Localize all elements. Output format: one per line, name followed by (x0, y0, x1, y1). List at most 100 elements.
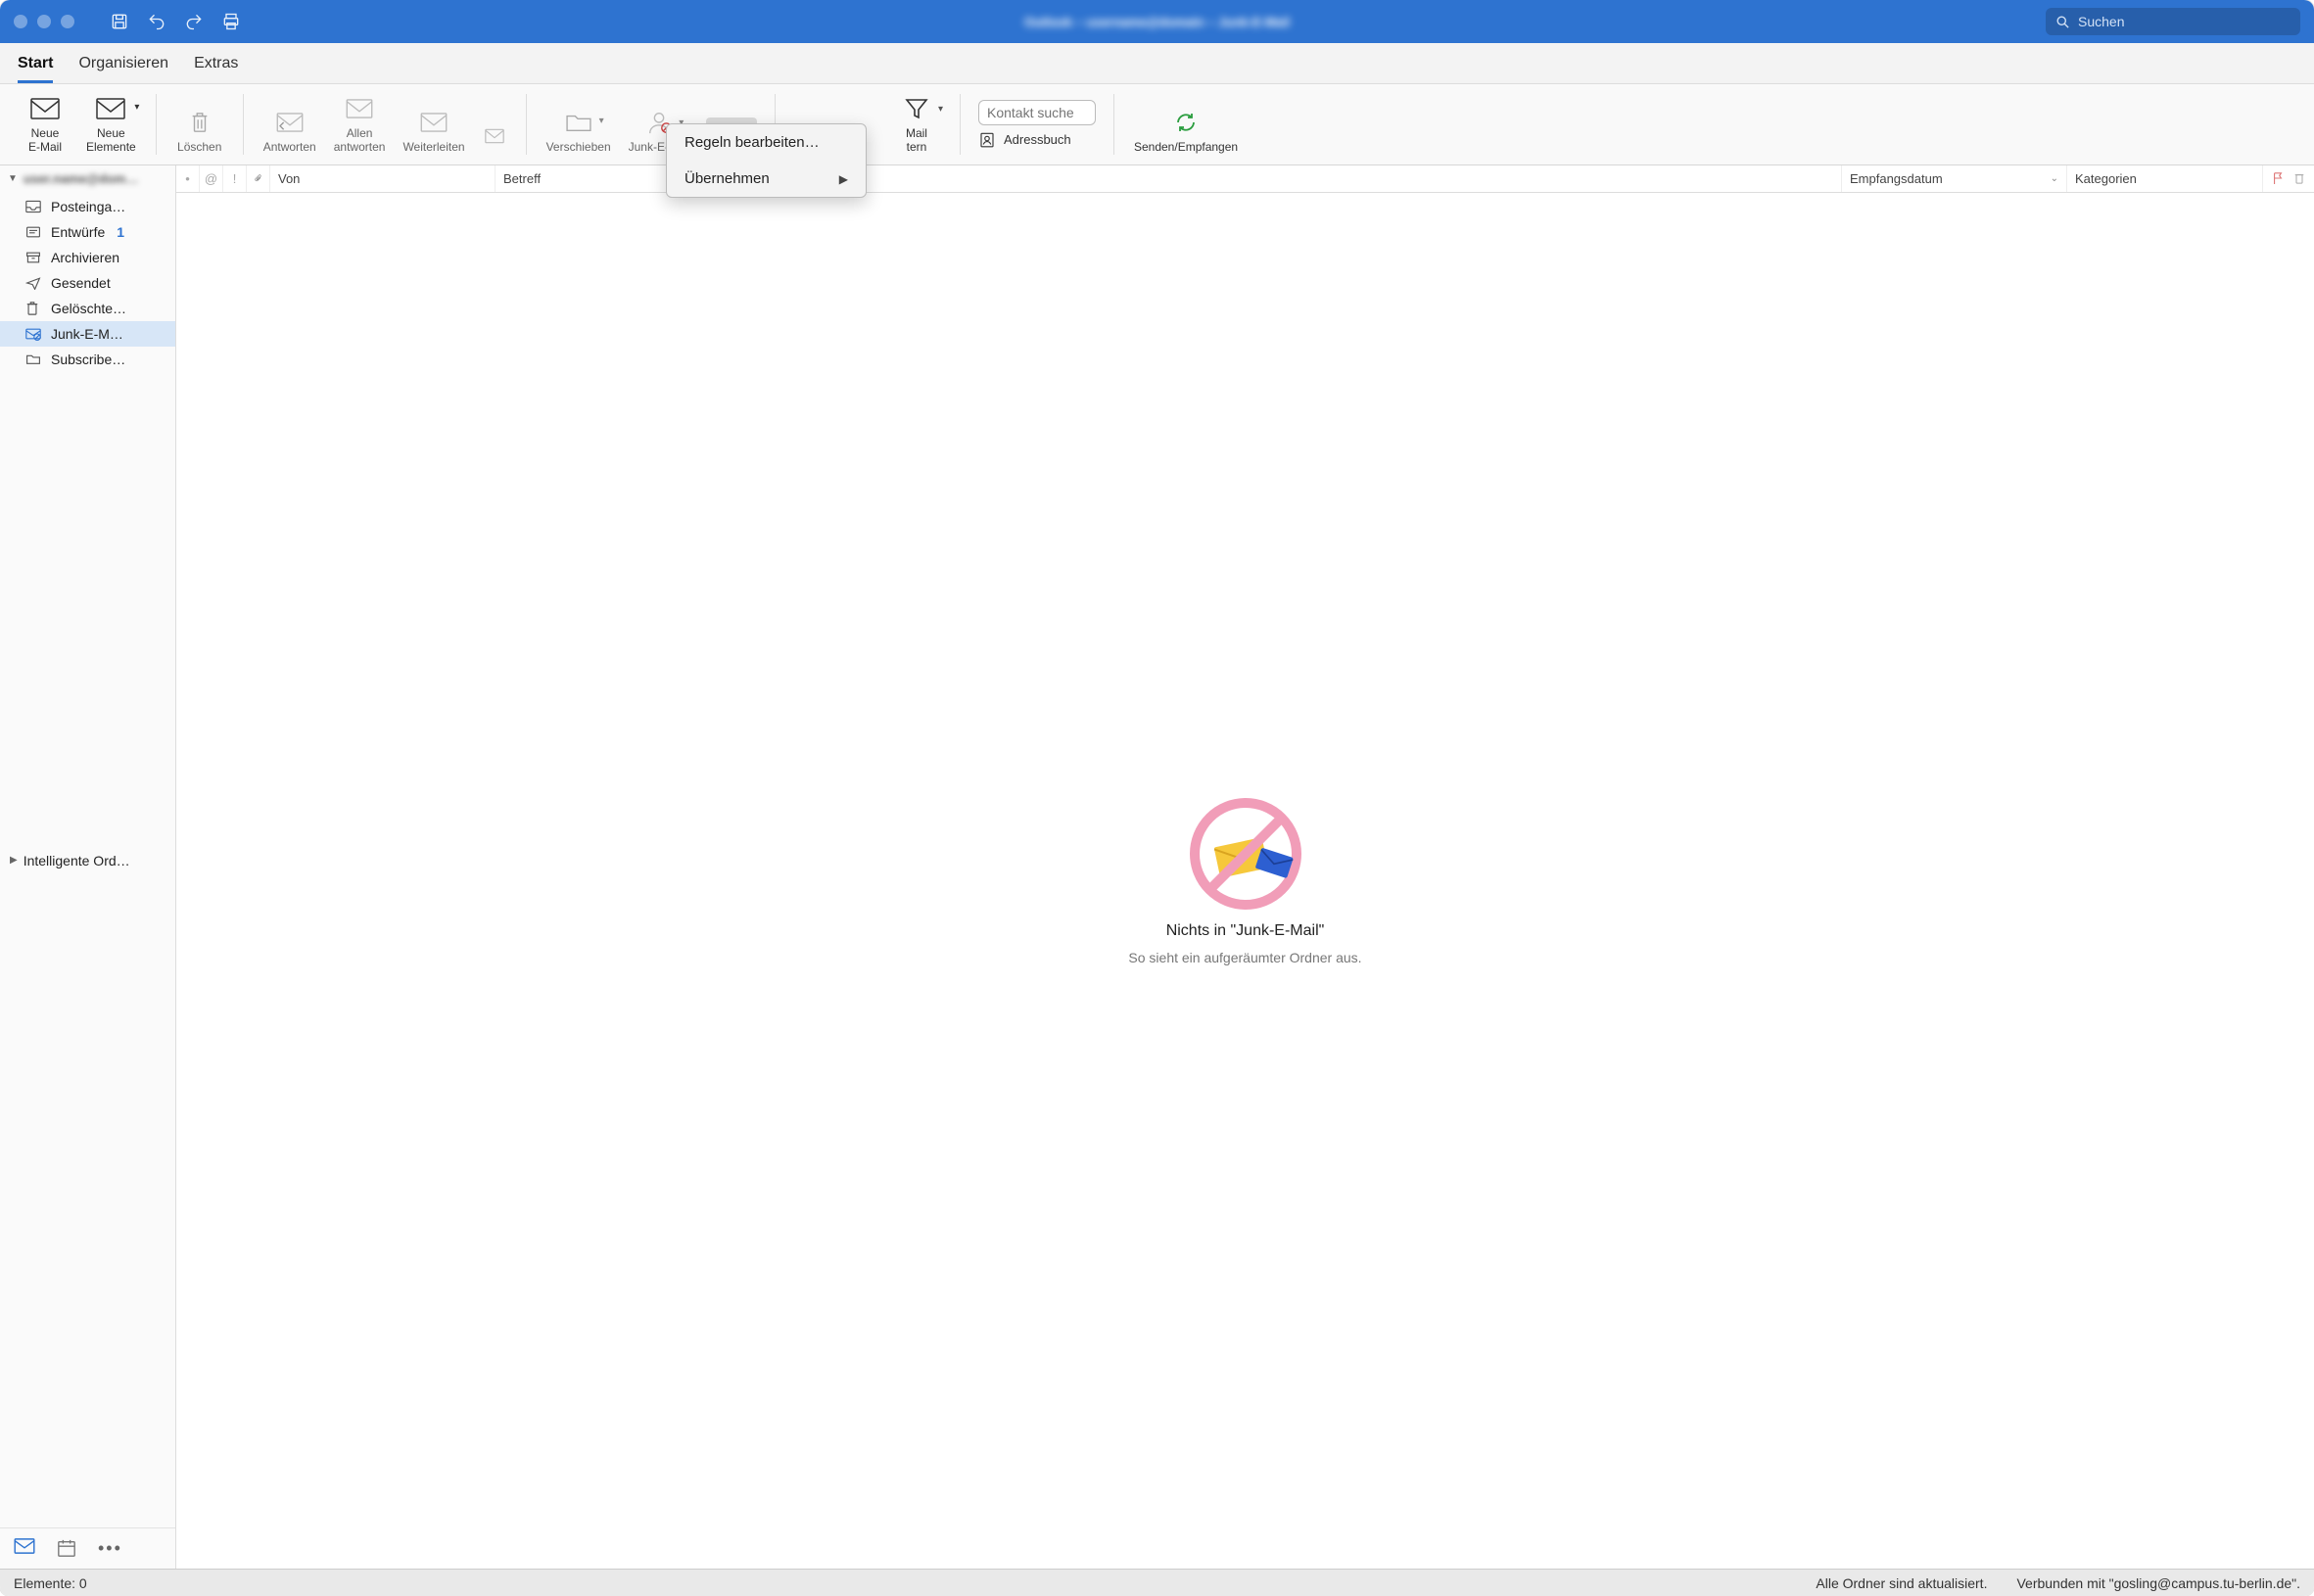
edit-rules-label: Regeln bearbeiten… (685, 134, 820, 151)
col-attach[interactable] (247, 165, 270, 192)
sent-icon (25, 276, 43, 290)
apply-rules-item[interactable]: Übernehmen ▶ (667, 161, 866, 197)
minimize-window-button[interactable] (37, 15, 51, 28)
folder-archive[interactable]: Archivieren (0, 245, 175, 270)
envelope-new-icon: ▾ (96, 94, 125, 123)
content-pane: • @ ! Von Betreff Empfangsdatum ⌄ Katego… (176, 165, 2314, 1569)
folder-sent-label: Gesendet (51, 275, 111, 291)
empty-junk-illustration (1187, 795, 1304, 913)
contact-search-input[interactable] (978, 100, 1096, 125)
folder-sent[interactable]: Gesendet (0, 270, 175, 296)
delete-column-icon[interactable] (2293, 171, 2305, 185)
archive-icon (25, 251, 43, 264)
redo-icon[interactable] (184, 12, 204, 31)
col-received[interactable]: Empfangsdatum ⌄ (1842, 165, 2067, 192)
tab-start[interactable]: Start (18, 51, 53, 83)
reply-all-button[interactable]: Allen antworten (332, 90, 388, 159)
reply-button[interactable]: Antworten (261, 104, 318, 159)
window-controls (14, 15, 74, 28)
tab-organisieren[interactable]: Organisieren (78, 51, 168, 83)
new-email-button[interactable]: Neue E-Mail (20, 90, 71, 159)
folder-drafts-label: Entwürfe (51, 224, 105, 240)
edit-rules-item[interactable]: Regeln bearbeiten… (667, 124, 866, 161)
more-views-icon[interactable]: ••• (98, 1538, 122, 1559)
status-connected: Verbunden mit "gosling@campus.tu-berlin.… (2016, 1575, 2300, 1591)
addressbook-button[interactable]: Adressbuch (978, 131, 1096, 149)
folder-inbox-label: Posteinga… (51, 199, 125, 214)
drafts-count: 1 (117, 224, 124, 240)
flag-column-icon[interactable] (2272, 171, 2284, 185)
tab-extras[interactable]: Extras (194, 51, 238, 83)
inbox-icon (25, 200, 43, 213)
calendar-view-icon[interactable] (57, 1538, 76, 1559)
envelope-icon (30, 94, 60, 123)
account-name: user.name@dom… (24, 171, 138, 186)
reply-all-label: Allen antworten (334, 127, 386, 155)
col-actions (2263, 165, 2314, 192)
col-from[interactable]: Von (270, 165, 496, 192)
col-mention[interactable]: @ (200, 165, 223, 192)
sync-icon (1173, 108, 1199, 137)
delete-button[interactable]: Löschen (174, 104, 225, 159)
new-email-label: Neue E-Mail (28, 127, 62, 155)
smart-folders-label: Intelligente Ord… (24, 853, 130, 868)
folder-subscribed[interactable]: Subscribe… (0, 347, 175, 372)
delete-label: Löschen (177, 141, 221, 155)
filter-button[interactable]: ▾ Mail tern (891, 90, 942, 159)
forward-button[interactable]: Weiterleiten (401, 104, 466, 159)
trash-small-icon (25, 301, 43, 316)
col-status[interactable]: • (176, 165, 200, 192)
col-importance[interactable]: ! (223, 165, 247, 192)
trash-icon (189, 108, 211, 137)
undo-icon[interactable] (147, 12, 166, 31)
new-items-button[interactable]: ▾ Neue Elemente (84, 90, 138, 159)
sort-chevron-icon: ⌄ (2051, 173, 2058, 184)
folder-inbox[interactable]: Posteinga… (0, 194, 175, 219)
folder-icon (25, 352, 43, 365)
folder-subscribed-label: Subscribe… (51, 352, 125, 367)
account-header[interactable]: ▼ user.name@dom… (0, 165, 175, 192)
attachment-icon (485, 121, 504, 151)
filter-label-1: Mail (906, 127, 927, 141)
status-items: Elemente: 0 (14, 1575, 87, 1591)
search-field[interactable] (2046, 8, 2300, 35)
attachment-small-button[interactable] (481, 117, 508, 159)
folder-deleted-label: Gelöschte… (51, 301, 126, 316)
new-items-label: Neue Elemente (86, 127, 136, 155)
zoom-window-button[interactable] (61, 15, 74, 28)
junk-folder-icon (25, 327, 43, 341)
addressbook-icon (978, 131, 996, 149)
chevron-down-icon: ▼ (8, 173, 18, 184)
submenu-arrow-icon: ▶ (839, 172, 848, 186)
folder-deleted[interactable]: Gelöschte… (0, 296, 175, 321)
send-receive-button[interactable]: Senden/Empfangen (1132, 104, 1240, 159)
ribbon-tabs: Start Organisieren Extras (0, 43, 2314, 84)
filter-label-2: tern (907, 141, 927, 155)
search-input[interactable] (2078, 14, 2290, 29)
col-received-label: Empfangsdatum (1850, 171, 1943, 186)
close-window-button[interactable] (14, 15, 27, 28)
statusbar: Elemente: 0 Alle Ordner sind aktualisier… (0, 1569, 2314, 1596)
mail-view-icon[interactable] (14, 1538, 35, 1559)
folder-junk[interactable]: Junk-E-M… (0, 321, 175, 347)
addressbook-label: Adressbuch (1004, 132, 1071, 147)
app-window: Outlook – username@domain – Junk-E-Mail … (0, 0, 2314, 1596)
save-icon[interactable] (110, 12, 129, 31)
reply-all-icon (346, 94, 373, 123)
smart-folders[interactable]: ▶ Intelligente Ord… (0, 845, 175, 876)
sidebar: ▼ user.name@dom… Posteinga… Entwürfe 1 (0, 165, 176, 1569)
window-title: Outlook – username@domain – Junk-E-Mail (1024, 15, 1290, 29)
print-icon[interactable] (221, 12, 241, 31)
sidebar-footer: ••• (0, 1527, 175, 1569)
col-categories[interactable]: Kategorien (2067, 165, 2263, 192)
move-folder-icon: ▾ (565, 108, 592, 137)
empty-subtitle: So sieht ein aufgeräumter Ordner aus. (1128, 950, 1361, 965)
move-button[interactable]: ▾ Verschieben (544, 104, 613, 159)
search-icon (2055, 15, 2070, 29)
column-headers: • @ ! Von Betreff Empfangsdatum ⌄ Katego… (176, 165, 2314, 193)
rules-dropdown: Regeln bearbeiten… Übernehmen ▶ (666, 123, 867, 198)
ribbon: Neue E-Mail ▾ Neue Elemente Löschen (0, 84, 2314, 165)
folder-drafts[interactable]: Entwürfe 1 (0, 219, 175, 245)
folder-archive-label: Archivieren (51, 250, 119, 265)
chevron-right-icon: ▶ (10, 855, 18, 866)
